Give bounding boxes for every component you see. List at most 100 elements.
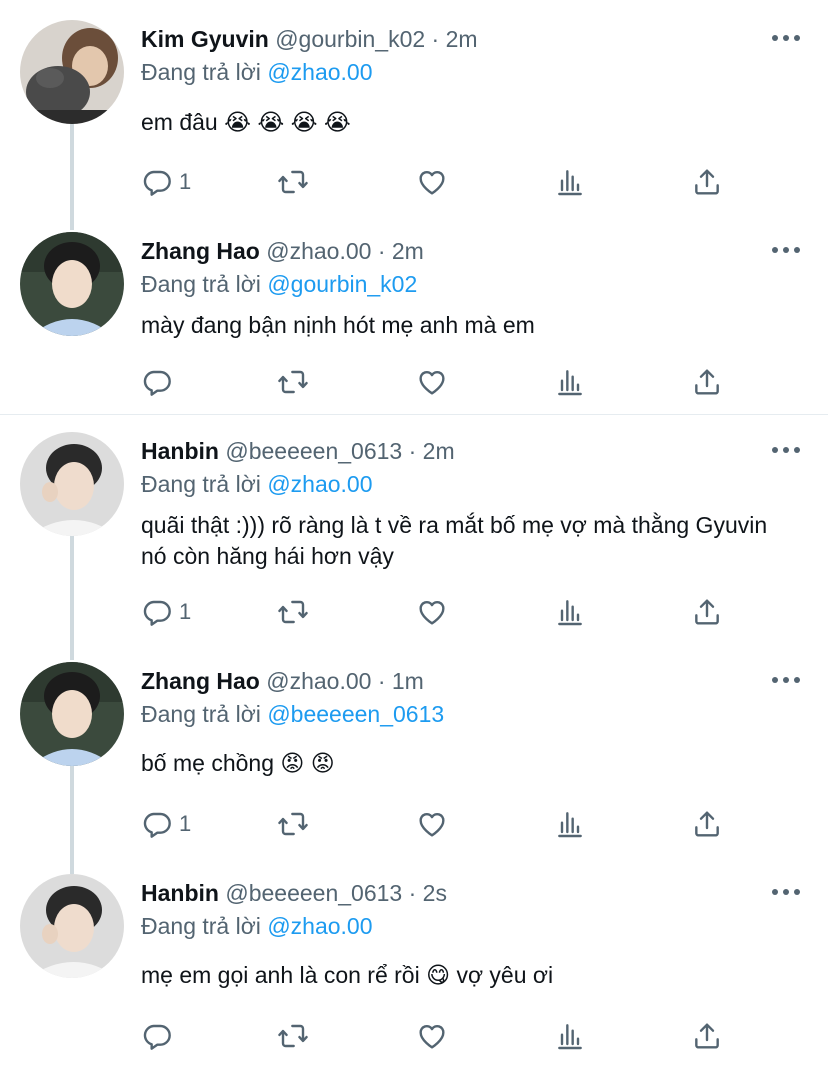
more-options-icon[interactable] [772,445,800,455]
reply-icon [141,1020,173,1052]
retweet-icon [277,1020,309,1052]
bar-chart-icon [554,808,586,840]
tweet-header: Hanbin @beeeeen_0613 · 2s [141,879,447,907]
timestamp[interactable]: 2m [423,438,455,464]
share-icon [691,366,723,398]
heart-icon [416,1020,448,1052]
replying-to: Đang trả lời @beeeeen_0613 [141,700,444,728]
like-button[interactable] [416,165,454,199]
separator-dot: · [377,668,386,694]
mention-link[interactable]: @beeeeen_0613 [267,701,444,727]
views-button[interactable] [554,807,586,841]
separator-dot: · [431,26,440,52]
like-button[interactable] [416,595,454,629]
replying-to-label: Đang trả lời [141,471,261,497]
retweet-icon [277,166,309,198]
reply-count: 1 [179,599,192,624]
tweet[interactable]: Hanbin @beeeeen_0613 · 2s Đang trả lời @… [0,858,828,1066]
retweet-button[interactable] [277,595,315,629]
share-icon [691,596,723,628]
timestamp[interactable]: 2s [423,880,447,906]
user-handle[interactable]: @zhao.00 [266,238,371,264]
tweet-text: em đâu 😭 😭 😭 😭 [141,109,351,135]
mention-link[interactable]: @gourbin_k02 [267,271,417,297]
reply-icon [141,166,173,198]
views-button[interactable] [554,595,586,629]
reply-button[interactable]: 1 [141,807,191,841]
user-handle[interactable]: @beeeeen_0613 [225,438,402,464]
more-options-icon[interactable] [772,33,800,43]
display-name[interactable]: Hanbin [141,438,219,464]
replying-to: Đang trả lời @zhao.00 [141,470,373,498]
mention-link[interactable]: @zhao.00 [267,59,372,85]
reply-icon [141,808,173,840]
more-options-icon[interactable] [772,675,800,685]
tweet-header: Hanbin @beeeeen_0613 · 2m [141,437,455,465]
display-name[interactable]: Zhang Hao [141,668,260,694]
display-name[interactable]: Hanbin [141,880,219,906]
views-button[interactable] [554,365,586,399]
user-handle[interactable]: @zhao.00 [266,668,371,694]
user-handle[interactable]: @gourbin_k02 [275,26,425,52]
avatar[interactable] [20,662,124,766]
replying-to-label: Đang trả lời [141,271,261,297]
share-icon [691,808,723,840]
heart-icon [416,808,448,840]
action-bar [141,1019,741,1053]
tweet-text: mày đang bận nịnh hót mẹ anh mà em [141,312,535,338]
tweet[interactable]: Kim Gyuvin @gourbin_k02 · 2m Đang trả lờ… [0,0,828,230]
more-options-icon[interactable] [772,887,800,897]
share-button[interactable] [691,365,723,399]
reply-button[interactable] [141,1019,179,1053]
reply-button[interactable] [141,365,179,399]
display-name[interactable]: Zhang Hao [141,238,260,264]
timestamp[interactable]: 2m [446,26,478,52]
action-bar: 1 [141,165,741,199]
bar-chart-icon [554,366,586,398]
more-options-icon[interactable] [772,245,800,255]
reply-icon [141,366,173,398]
reply-button[interactable]: 1 [141,165,191,199]
retweet-button[interactable] [277,807,315,841]
timestamp[interactable]: 1m [392,668,424,694]
views-button[interactable] [554,1019,586,1053]
timestamp[interactable]: 2m [392,238,424,264]
like-button[interactable] [416,365,454,399]
like-button[interactable] [416,1019,454,1053]
avatar[interactable] [20,874,124,978]
avatar[interactable] [20,20,124,124]
views-button[interactable] [554,165,586,199]
tweet[interactable]: Hanbin @beeeeen_0613 · 2m Đang trả lời @… [0,414,828,646]
display-name[interactable]: Kim Gyuvin [141,26,269,52]
reply-button[interactable]: 1 [141,595,191,629]
tweet[interactable]: Zhang Hao @zhao.00 · 2m Đang trả lời @go… [0,230,828,414]
retweet-button[interactable] [277,365,315,399]
mention-link[interactable]: @zhao.00 [267,913,372,939]
like-button[interactable] [416,807,454,841]
reply-count: 1 [179,811,192,836]
tweet[interactable]: Zhang Hao @zhao.00 · 1m Đang trả lời @be… [0,646,828,858]
retweet-icon [277,366,309,398]
avatar[interactable] [20,432,124,536]
share-button[interactable] [691,595,723,629]
retweet-button[interactable] [277,1019,315,1053]
action-bar: 1 [141,595,741,629]
action-bar [141,365,741,399]
share-button[interactable] [691,807,723,841]
retweet-button[interactable] [277,165,315,199]
bar-chart-icon [554,166,586,198]
share-button[interactable] [691,165,723,199]
user-handle[interactable]: @beeeeen_0613 [225,880,402,906]
replying-to: Đang trả lời @zhao.00 [141,912,373,940]
tweet-text: quãi thật :))) rõ ràng là t về ra mắt bố… [141,512,768,569]
mention-link[interactable]: @zhao.00 [267,471,372,497]
replying-to-label: Đang trả lời [141,913,261,939]
tweet-header: Kim Gyuvin @gourbin_k02 · 2m [141,25,478,53]
share-button[interactable] [691,1019,723,1053]
separator-dot: · [408,880,417,906]
share-icon [691,1020,723,1052]
separator-dot: · [377,238,386,264]
tweet-text: mẹ em gọi anh là con rể rồi 😋 vợ yêu ơi [141,962,554,988]
avatar[interactable] [20,232,124,336]
bar-chart-icon [554,1020,586,1052]
